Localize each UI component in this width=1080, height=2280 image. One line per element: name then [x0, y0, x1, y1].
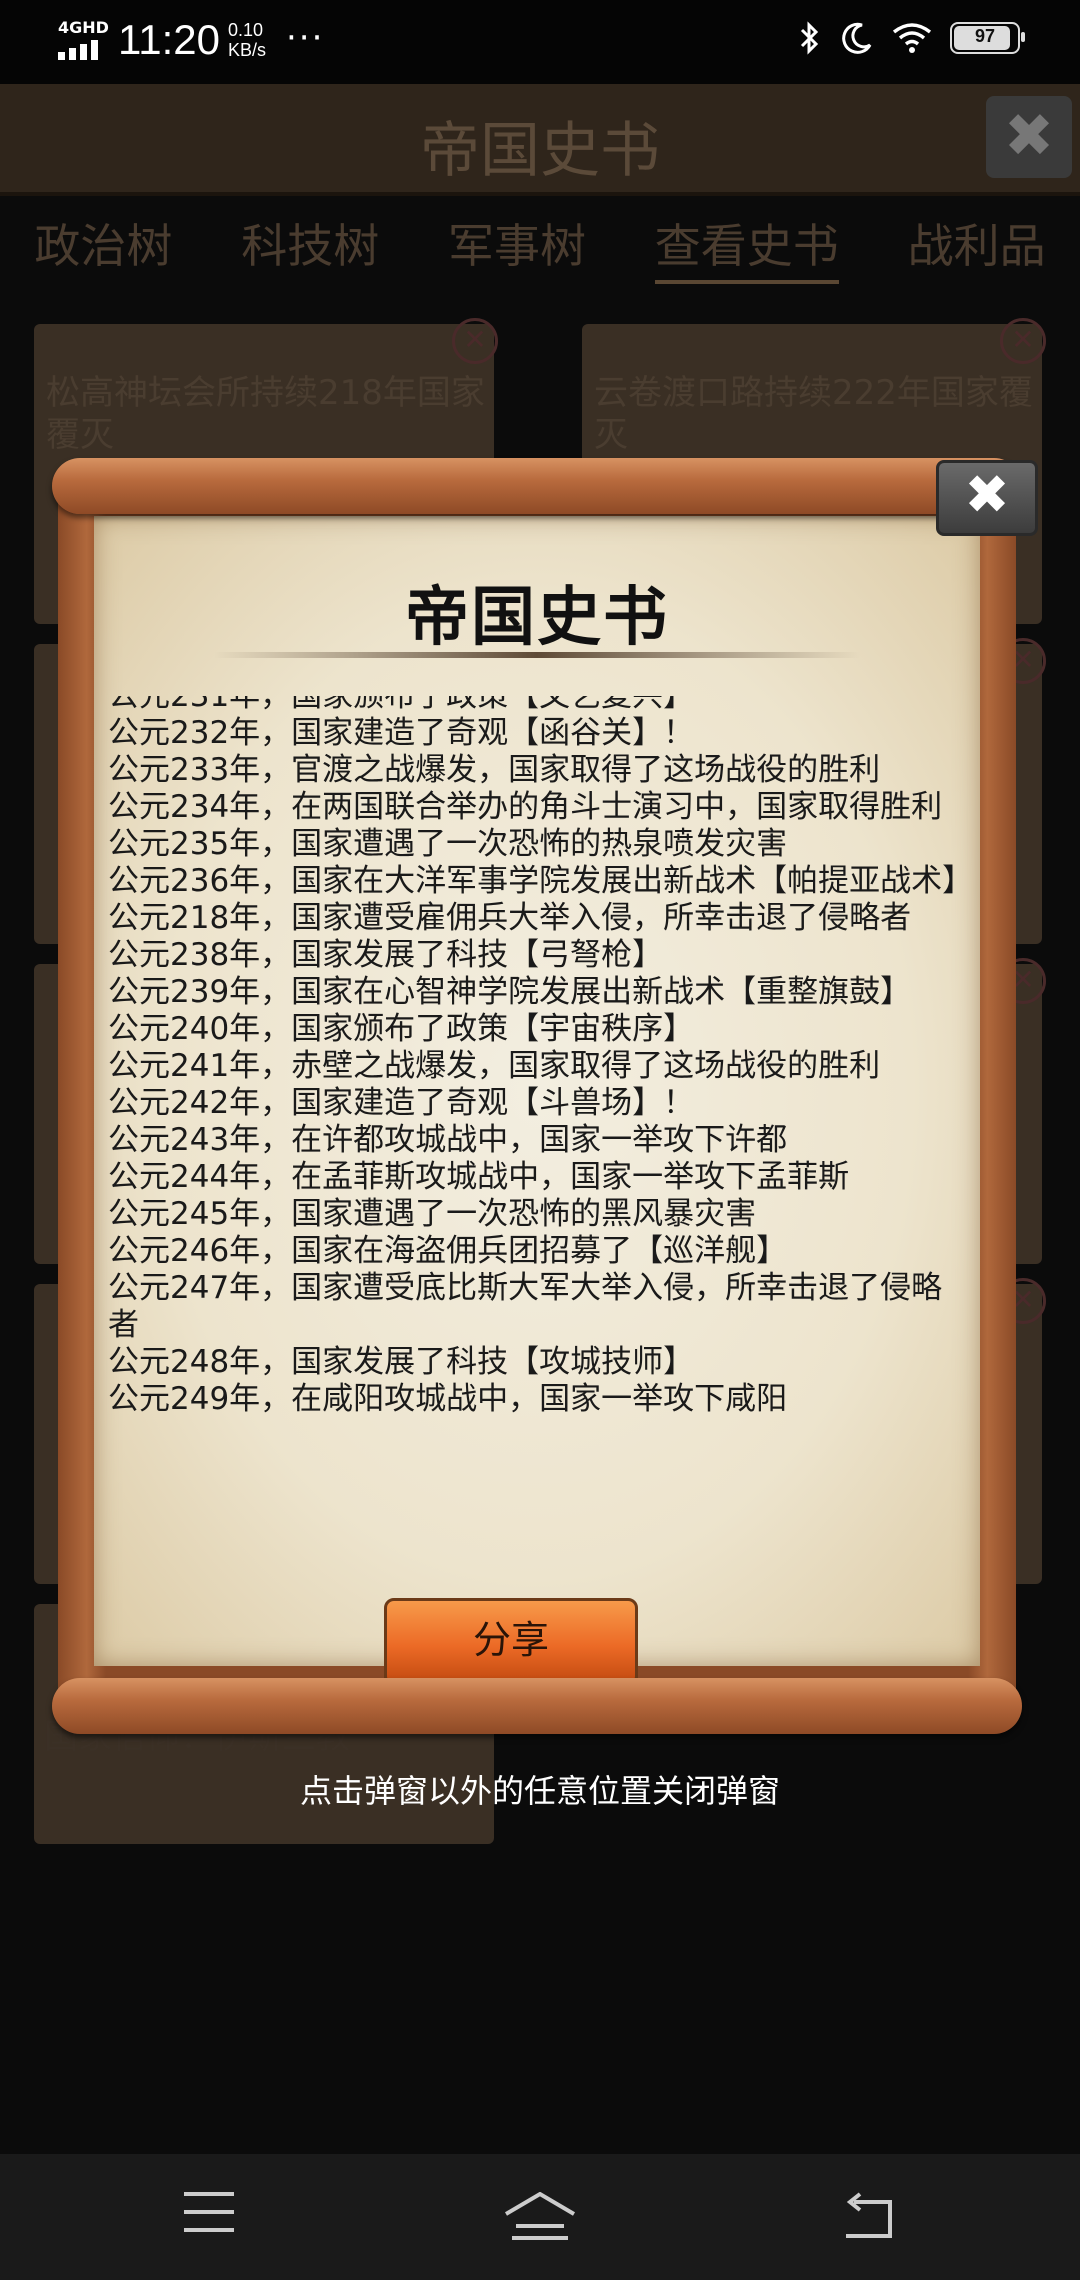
history-entry: 公元236年，国家在大洋军事学院发展出新战术【帕提亚战术】 [108, 863, 974, 899]
status-bar: 4GHD 11:20 0.10 KB/s ··· 97 [0, 0, 1080, 84]
signal-icon [58, 40, 98, 60]
history-entry: 公元239年，国家在心智神学院发展出新战术【重整旗鼓】 [108, 974, 912, 1010]
history-entry: 公元241年，赤壁之战爆发，国家取得了这场战役的胜利 [108, 1048, 881, 1084]
more-notifications-icon: ··· [286, 18, 325, 58]
history-entry: 公元238年，国家发展了科技【弓弩枪】 [108, 937, 664, 973]
history-entry: 公元249年，在咸阳攻城战中，国家一举攻下咸阳 [108, 1381, 788, 1417]
history-entry: 公元246年，国家在海盗佣兵团招募了【巡洋舰】 [108, 1233, 788, 1269]
bg-header: 帝国史书 ✖ [0, 84, 1080, 196]
history-list[interactable]: 公元231年，国家颁布了政策【文艺复兴】 公元232年，国家建造了奇观【函谷关】！… [94, 696, 980, 1486]
scroll-paper: 帝国史书 公元231年，国家颁布了政策【文艺复兴】 公元232年，国家建造了奇观【… [94, 516, 980, 1686]
home-icon[interactable] [504, 2191, 576, 2242]
network-speed-unit: KB/s [228, 40, 267, 60]
network-speed-value: 0.10 [228, 20, 264, 40]
share-button[interactable]: 分享 [384, 1598, 638, 1686]
scroll-frame: 帝国史书 公元231年，国家颁布了政策【文艺复兴】 公元232年，国家建造了奇观【… [58, 492, 1016, 1692]
history-entry: 公元218年，国家遭受雇佣兵大举入侵，所幸击退了侵略者 [108, 900, 912, 936]
dialog-title: 帝国史书 [405, 580, 669, 655]
history-dialog: 帝国史书 公元231年，国家颁布了政策【文艺复兴】 公元232年，国家建造了奇观【… [52, 458, 1038, 1734]
history-entry: 公元240年，国家颁布了政策【宇宙秩序】 [108, 1011, 695, 1047]
menu-icon[interactable] [184, 2192, 254, 2242]
title-divider [214, 652, 860, 658]
bg-page-title: 帝国史书 [420, 116, 660, 186]
navigation-bar [0, 2154, 1080, 2280]
network-type: 4GHD [58, 18, 109, 37]
tab-spoils: 战利品 [907, 219, 1046, 273]
wifi-icon [892, 23, 932, 53]
clock: 11:20 [118, 16, 220, 63]
history-entry: 公元231年，国家颁布了政策【文艺复兴】 [108, 696, 695, 714]
history-entry: 公元232年，国家建造了奇观【函谷关】！ [108, 715, 695, 751]
history-entry: 公元233年，官渡之战爆发，国家取得了这场战役的胜利 [108, 752, 881, 788]
close-button[interactable]: ✖ [936, 460, 1038, 536]
history-entry: 公元235年，国家遭遇了一次恐怖的热泉喷发灾害 [108, 826, 788, 862]
scroll-rod-bottom [52, 1678, 1022, 1734]
tab-military: 军事树 [447, 219, 586, 273]
do-not-disturb-moon-icon [842, 22, 872, 54]
scroll-rod-top [52, 458, 1022, 514]
history-entry: 公元245年，国家遭遇了一次恐怖的黑风暴灾害 [108, 1196, 757, 1232]
history-entry: 公元244年，在孟菲斯攻城战中，国家一举攻下孟菲斯 [108, 1159, 850, 1195]
tab-politics: 政治树 [34, 219, 173, 273]
back-icon[interactable] [840, 2192, 910, 2242]
history-entry: 公元243年，在许都攻城战中，国家一举攻下许都 [108, 1122, 788, 1158]
bg-tab-bar: 政治树 科技树 军事树 查看史书 战利品 [0, 204, 1080, 284]
battery-icon: 97 [950, 22, 1025, 54]
tab-technology: 科技树 [241, 219, 380, 273]
history-entry: 公元234年，在两国联合举办的角斗士演习中，国家取得胜利 [108, 789, 943, 825]
network-speed: 0.10 KB/s [228, 20, 266, 60]
history-entry: 公元242年，国家建造了奇观【斗兽场】！ [108, 1085, 695, 1121]
tab-history: 查看史书 [654, 204, 839, 284]
bg-card-text: 松高神坛会所持续218年国家覆灭 [46, 373, 485, 455]
history-entry: 公元248年，国家发展了科技【攻城技师】 [108, 1344, 695, 1380]
bg-card-text: 云卷渡口路持续222年国家覆灭 [594, 373, 1033, 455]
bluetooth-icon [800, 21, 819, 55]
bg-card-close-icon: ✕ [452, 318, 498, 364]
battery-level: 97 [974, 26, 996, 46]
history-entry: 公元247年，国家遭受底比斯大军大举入侵，所幸击退了侵略者 [108, 1270, 943, 1343]
bg-card-close-icon: ✕ [1000, 318, 1046, 364]
bg-close-icon: ✖ [986, 96, 1072, 178]
close-hint: 点击弹窗以外的任意位置关闭弹窗 [299, 1772, 780, 1810]
